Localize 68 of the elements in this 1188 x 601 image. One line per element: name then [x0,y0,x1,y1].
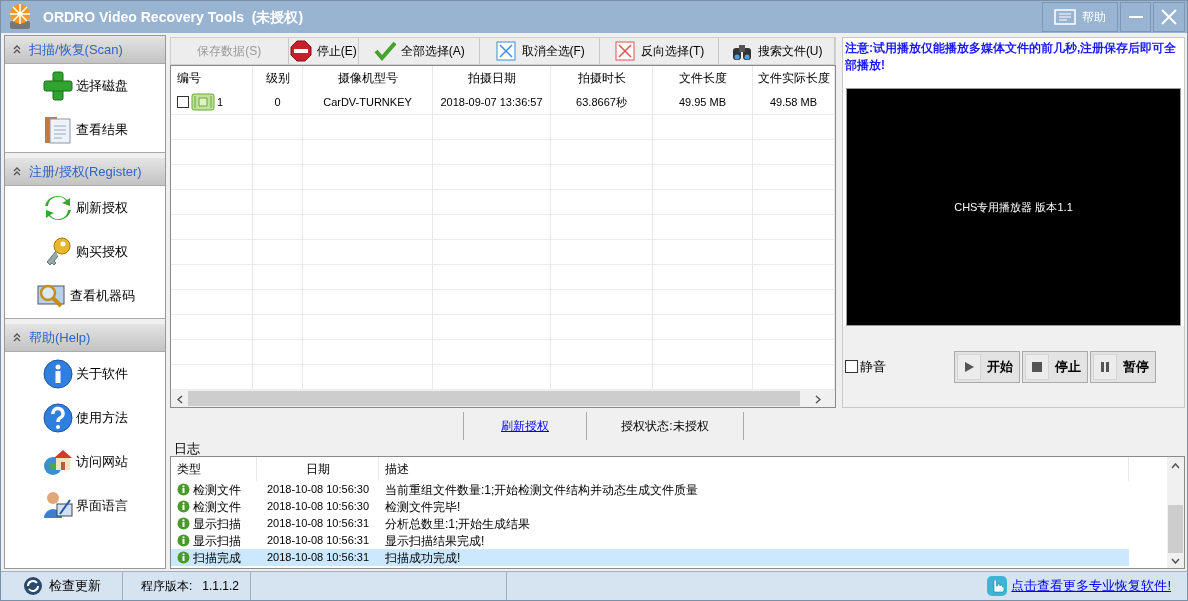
table-cell: 49.58 MB [753,90,835,114]
log-row[interactable]: 显示扫描 2018-10-08 10:56:31 显示扫描结果完成! [171,532,1129,549]
log-type: 检测文件 [193,481,241,499]
log-date: 2018-10-08 10:56:31 [266,516,370,532]
table-cell: 1 [171,90,253,114]
column-header[interactable]: 编号 [171,66,253,90]
player-button[interactable]: 开始 [954,350,1020,383]
column-header[interactable]: 摄像机型号 [303,66,433,90]
player-button[interactable]: 暂停 [1090,350,1156,383]
log-date: 2018-10-08 10:56:30 [266,482,370,498]
column-header[interactable]: 日期 [257,457,379,481]
version-number: 1.1.1.2 [202,578,240,595]
sidebar-item[interactable]: 使用方法 [5,396,165,440]
column-header[interactable]: 文件实际长度 [753,66,835,90]
log-date: 2018-10-08 10:56:30 [266,499,370,515]
log-row[interactable]: 检测文件 2018-10-08 10:56:30 当前重组文件数量:1;开始检测文件结构并动态生成文件质量 [171,481,1129,498]
sidebar-item[interactable]: 关于软件 [5,352,165,396]
log-type: 显示扫描 [193,515,241,533]
table-cell: 49.95 MB [653,90,753,114]
log-description: 显示扫描结果完成! [385,533,485,548]
column-header[interactable]: 描述 [379,457,1129,481]
log-type: 扫描完成 [193,549,241,567]
refresh-license-link[interactable]: 刷新授权 [501,417,549,435]
player-version-text: CHS专用播放器 版本1.1 [954,199,1073,215]
log-date: 2018-10-08 10:56:31 [266,533,370,549]
version-label: 程序版本: [141,578,193,595]
sidebar-item[interactable]: 查看结果 [5,108,165,152]
section-header[interactable]: 帮助(Help) [5,324,165,352]
check-update-button[interactable]: 检查更新 [1,572,123,600]
log-description: 当前重组文件数量:1;开始检测文件结构并动态生成文件质量 [385,482,699,497]
log-row[interactable]: 检测文件 2018-10-08 10:56:30 检测文件完毕! [171,498,1129,515]
toolbar-button[interactable]: 取消全选(F) [480,38,600,64]
column-header[interactable]: 拍摄日期 [433,66,551,90]
window-title: ORDRO Video Recovery Tools (未授权) [43,7,304,27]
toolbar-button[interactable]: 全部选择(A) [359,38,481,64]
sidebar-item[interactable]: 购买授权 [5,230,165,274]
log-date: 2018-10-08 10:56:31 [266,550,370,566]
table-cell: 0 [253,90,303,114]
log-row[interactable]: 扫描完成 2018-10-08 10:56:31 扫描成功完成! [171,549,1129,566]
table-cell: CarDV-TURNKEY [303,90,433,114]
mute-label: 静音 [860,357,886,376]
column-header[interactable]: 类型 [171,457,257,481]
sidebar-item[interactable]: 选择磁盘 [5,64,165,108]
log-type: 检测文件 [193,498,241,516]
log-type: 显示扫描 [193,532,241,550]
more-software-link[interactable]: 点击查看更多专业恢复软件! [1011,576,1171,596]
sidebar-item[interactable]: 查看机器码 [5,274,165,318]
log-description: 检测文件完毕! [385,499,461,514]
section-header[interactable]: 扫描/恢复(Scan) [5,36,165,64]
log-title: 日志 [174,442,200,456]
sidebar-item[interactable]: 界面语言 [5,484,165,528]
toolbar-button[interactable]: 反向选择(T) [599,38,720,64]
player-button[interactable]: 停止 [1022,350,1088,383]
table-cell: 63.8667秒 [551,90,653,114]
section-header[interactable]: 注册/授权(Register) [5,158,165,186]
log-description: 分析总数里:1;开始生成结果 [385,516,531,531]
column-header[interactable]: 级别 [253,66,303,90]
toolbar-button[interactable]: 搜索文件(U) [719,38,835,64]
sidebar-item[interactable]: 访问网站 [5,440,165,484]
sidebar-item[interactable]: 刷新授权 [5,186,165,230]
column-header[interactable]: 文件长度 [653,66,753,90]
notice-text: 注意:试用播放仅能播放多媒体文件的前几秒,注册保存后即可全部播放! [844,40,1178,74]
log-description: 扫描成功完成! [385,550,461,565]
log-row[interactable]: 显示扫描 2018-10-08 10:56:31 分析总数里:1;开始生成结果 [171,515,1129,532]
license-status-text: 授权状态:未授权 [621,418,709,435]
column-header[interactable]: 拍摄时长 [551,66,653,90]
toolbar-button[interactable]: 停止(E) [288,38,360,64]
table-cell: 2018-09-07 13:36:57 [433,90,551,114]
